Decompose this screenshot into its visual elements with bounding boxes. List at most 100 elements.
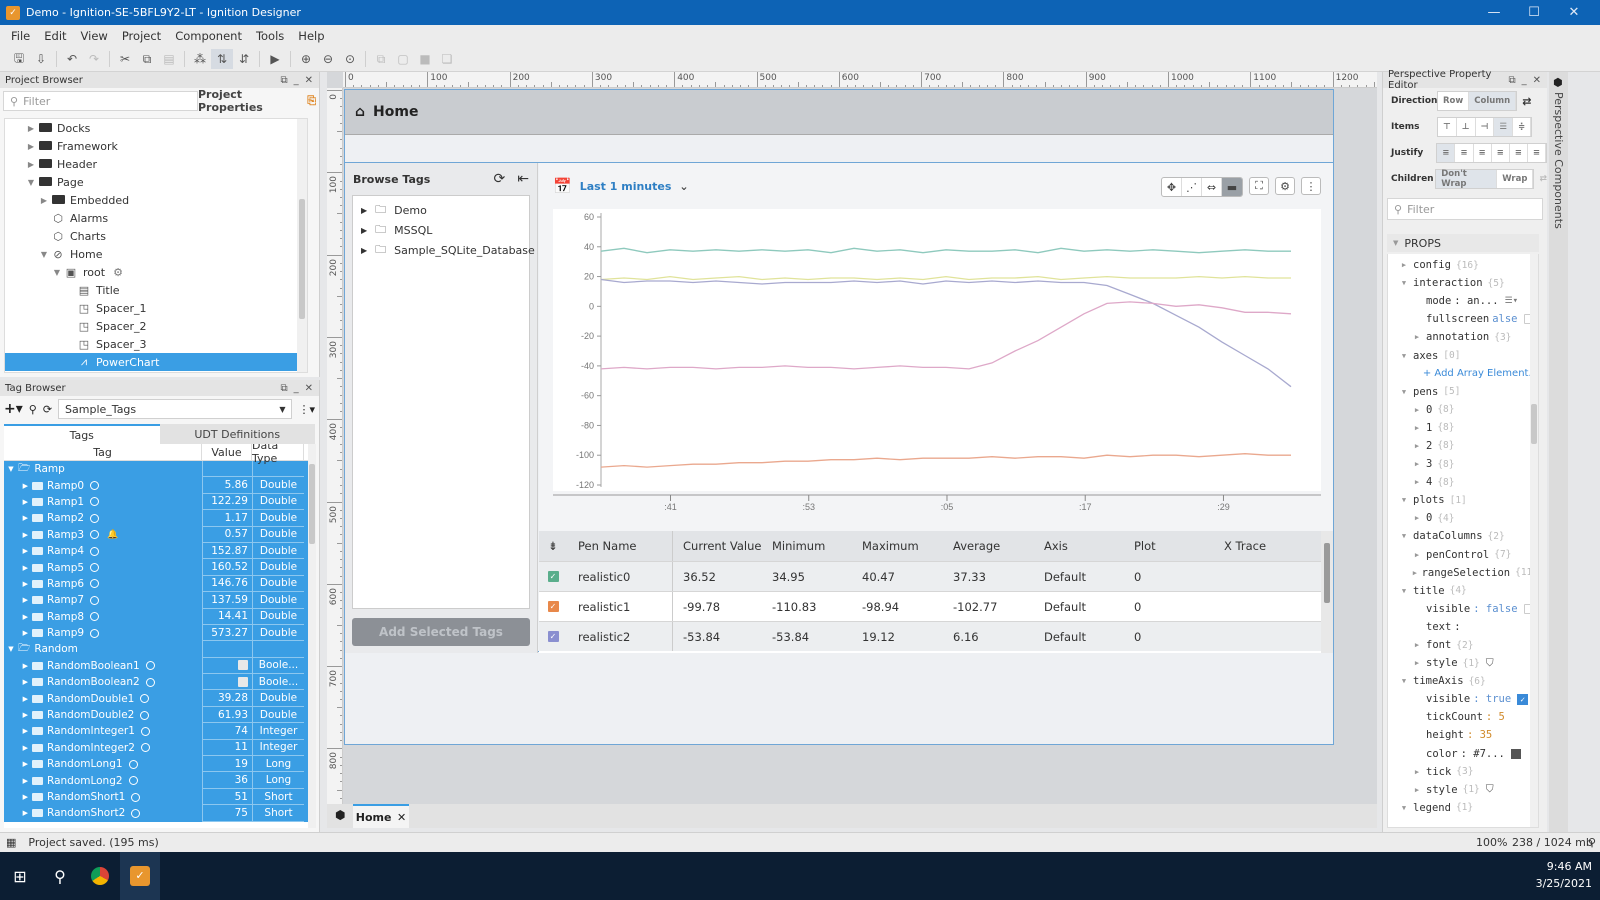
prop-value[interactable]: alse (1492, 313, 1517, 325)
close-button[interactable]: ✕ (1554, 0, 1594, 25)
sort-icon[interactable]: ⇟ (539, 539, 567, 553)
project-tree-item[interactable]: ◳ Spacer_1 (5, 299, 307, 317)
menu-view[interactable]: View (74, 29, 115, 43)
cut-icon[interactable]: ✂ (114, 49, 136, 69)
tag-row[interactable]: ▶ RandomInteger1 74 Integer (4, 723, 316, 740)
expand-icon[interactable]: ▶ (14, 662, 28, 670)
prop-item[interactable]: ▼ plots [1] (1388, 491, 1538, 509)
home-view[interactable]: ⌂ Home Browse Tags ⟳ ⇤ ▶ 🗀 Demo ▶ 🗀 MSSQL ▶ 🗀… (344, 89, 1334, 745)
tag-row[interactable]: ▶ RandomLong1 19 Long (4, 756, 316, 773)
project-tree-item[interactable]: ▤ Title (5, 281, 307, 299)
expand-icon[interactable]: ▶ (1411, 478, 1423, 486)
prop-item[interactable]: text: (1388, 618, 1538, 636)
pen-row[interactable]: ✓ realistic0 36.52 34.95 40.47 37.33 Default 0 (539, 561, 1333, 591)
group-icon[interactable]: ⧉ (370, 49, 392, 69)
prop-item[interactable]: ▼ axes [0] (1388, 346, 1538, 364)
menu-component[interactable]: Component (168, 29, 249, 43)
prop-value[interactable]: : #7... (1461, 748, 1505, 760)
prop-item[interactable]: visible: true ✓ (1388, 690, 1538, 708)
search-icon[interactable]: ⚲ (40, 852, 80, 900)
collapse-icon[interactable]: ▼ (1398, 496, 1410, 504)
pen-visible-checkbox[interactable]: ✓ (547, 571, 559, 582)
close-panel-icon[interactable]: ✕ (305, 75, 313, 86)
doc-tab-home[interactable]: Home ✕ (353, 804, 409, 828)
tag-folder-row[interactable]: ▼ 🗁 Ramp (4, 461, 316, 478)
style-paint-icon[interactable]: ⛉ (1486, 783, 1494, 796)
layout-horizontal-icon[interactable]: ⇵ (233, 49, 255, 69)
perspective-components-strip[interactable]: ⬢ Perspective Components (1549, 72, 1568, 832)
more-vertical-icon[interactable]: ⋮ (1301, 177, 1321, 195)
expand-icon[interactable]: ▶ (1411, 768, 1423, 776)
collapse-panel-icon[interactable]: ⇤ (517, 171, 529, 187)
prop-item[interactable]: + Add Array Element... (1388, 365, 1538, 383)
expand-icon[interactable]: ▶ (1411, 569, 1419, 577)
justify-between-icon[interactable]: ≡ (1492, 144, 1510, 162)
align-center-icon[interactable]: ⊥ (1457, 118, 1476, 136)
series-line-realistic1[interactable] (600, 453, 1291, 468)
collapse-icon[interactable]: ▼ (38, 250, 50, 259)
snap-icon[interactable]: ⁂ (189, 49, 211, 69)
direction-row-button[interactable]: Row (1438, 92, 1470, 110)
collapse-icon[interactable]: ▼ (1398, 279, 1410, 287)
align-stretch-icon[interactable]: ☰ (1494, 118, 1513, 136)
collapse-icon[interactable]: ▼ (25, 178, 37, 187)
prop-item[interactable]: color: #7... (1388, 745, 1538, 763)
layout-vertical-icon[interactable]: ⇅ (211, 49, 233, 69)
series-line-realistic4[interactable] (600, 301, 1292, 370)
send-back-icon[interactable]: ❏ (436, 49, 458, 69)
prop-value[interactable]: : true (1473, 693, 1511, 705)
collapse-icon[interactable]: ▼ (1398, 388, 1410, 396)
column-average[interactable]: Average (953, 539, 1044, 553)
maximize-button[interactable]: ☐ (1514, 0, 1554, 25)
menu-help[interactable]: Help (291, 29, 331, 43)
minimize-panel-icon[interactable]: _ (1522, 75, 1527, 86)
prop-item[interactable]: ▶ 3 {8} (1388, 455, 1538, 473)
x-trace-icon[interactable]: ⋰ (1182, 178, 1202, 196)
prop-item[interactable]: ▶ 0 {8} (1388, 401, 1538, 419)
collapse-icon[interactable]: ▼ (1398, 804, 1410, 812)
search-icon[interactable]: ⚲ (29, 403, 37, 416)
tab-udt-definitions[interactable]: UDT Definitions (159, 424, 315, 444)
prop-item[interactable]: ▼ legend {1} (1388, 799, 1538, 817)
expand-icon[interactable]: ▶ (14, 531, 28, 539)
pen-visible-checkbox[interactable]: ✓ (547, 601, 559, 612)
close-panel-icon[interactable]: ✕ (1533, 75, 1541, 86)
refresh-icon[interactable]: ⟳ (494, 171, 506, 187)
collapse-icon[interactable]: ▼ (1398, 677, 1410, 685)
column-plot[interactable]: Plot (1134, 539, 1224, 553)
collapse-icon[interactable]: ▼ (1398, 352, 1410, 360)
play-icon[interactable]: ▶ (264, 49, 286, 69)
browse-tag-item[interactable]: ▶ 🗀 Sample_SQLite_Database (353, 240, 535, 260)
browse-tag-item[interactable]: ▶ 🗀 MSSQL (353, 220, 529, 240)
float-icon[interactable]: ⧉ (280, 383, 287, 394)
props-section-header[interactable]: ▼ PROPS (1387, 234, 1539, 252)
expand-icon[interactable]: ▶ (1411, 442, 1423, 450)
menu-project[interactable]: Project (115, 29, 168, 43)
justify-start-icon[interactable]: ≡ (1437, 144, 1456, 162)
expand-icon[interactable]: ▶ (1411, 333, 1423, 341)
expand-icon[interactable]: ▶ (14, 547, 28, 555)
column-x-trace[interactable]: X Trace (1224, 539, 1314, 553)
save-icon[interactable]: 🖫 (8, 49, 30, 69)
column-minimum[interactable]: Minimum (772, 539, 862, 553)
prop-item[interactable]: ▶ 4 {8} (1388, 473, 1538, 491)
project-tree-scrollbar[interactable] (297, 119, 307, 372)
style-paint-icon[interactable]: ⛉ (1486, 657, 1494, 670)
expand-icon[interactable]: ▶ (25, 142, 37, 151)
zoom-out-icon[interactable]: ⊖ (317, 49, 339, 69)
close-panel-icon[interactable]: ✕ (305, 383, 313, 394)
expand-icon[interactable]: ▶ (14, 809, 28, 817)
ungroup-icon[interactable]: ▢ (392, 49, 414, 69)
expand-icon[interactable]: ▶ (38, 196, 50, 205)
props-filter-input[interactable]: ⚲ Filter (1387, 198, 1543, 220)
expand-icon[interactable]: ▶ (25, 124, 37, 133)
prop-item[interactable]: tickCount: 5 (1388, 708, 1538, 726)
expand-icon[interactable]: ▶ (1411, 514, 1423, 522)
project-tree-item[interactable]: ◳ Spacer_2 (5, 317, 307, 335)
prop-item[interactable]: ▶ config {16} (1388, 256, 1538, 274)
tag-row[interactable]: ▶ Ramp5 160.52 Double (4, 559, 316, 576)
wrap-reverse-icon[interactable]: ⇄ (1539, 174, 1547, 184)
paste-icon[interactable]: ▤ (158, 49, 180, 69)
prop-value[interactable]: : false (1473, 603, 1517, 615)
menu-edit[interactable]: Edit (37, 29, 73, 43)
